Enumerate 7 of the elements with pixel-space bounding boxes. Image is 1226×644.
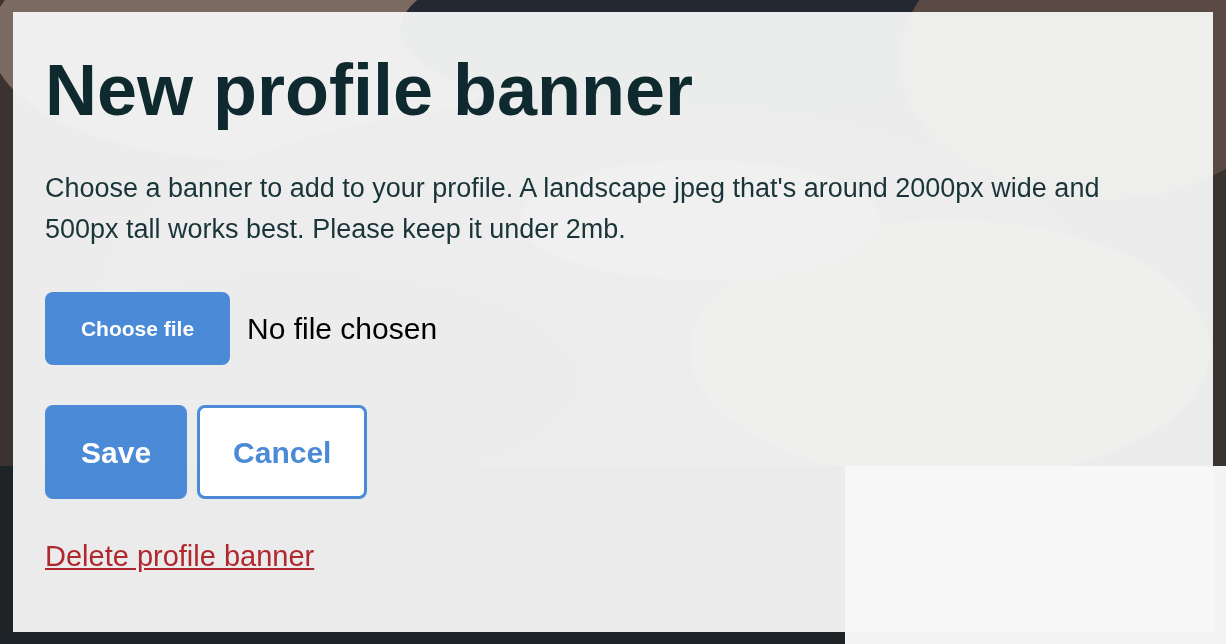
choose-file-button[interactable]: Choose file xyxy=(45,292,230,365)
dialog-description: Choose a banner to add to your profile. A landscape jpeg that's around 2000px wide and 500px tall works best. Please keep it under 2mb. xyxy=(45,172,1101,246)
delete-banner-link[interactable]: Delete profile banner xyxy=(45,535,315,579)
file-status: No file chosen xyxy=(247,311,438,347)
save-button[interactable]: Save xyxy=(45,405,188,499)
cancel-button[interactable]: Cancel xyxy=(197,405,368,499)
dialog-title: New profile banner xyxy=(45,50,694,130)
